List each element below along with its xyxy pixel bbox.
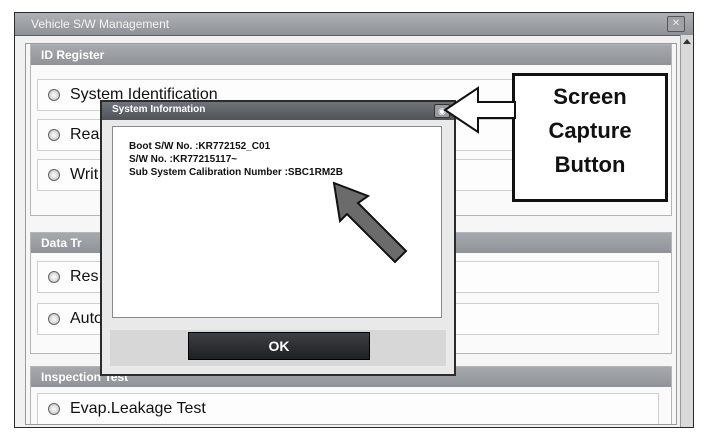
callout-pointer-arrow <box>443 86 516 134</box>
annotation-arrows <box>332 86 516 264</box>
calibration-pointer-arrow <box>332 181 408 264</box>
